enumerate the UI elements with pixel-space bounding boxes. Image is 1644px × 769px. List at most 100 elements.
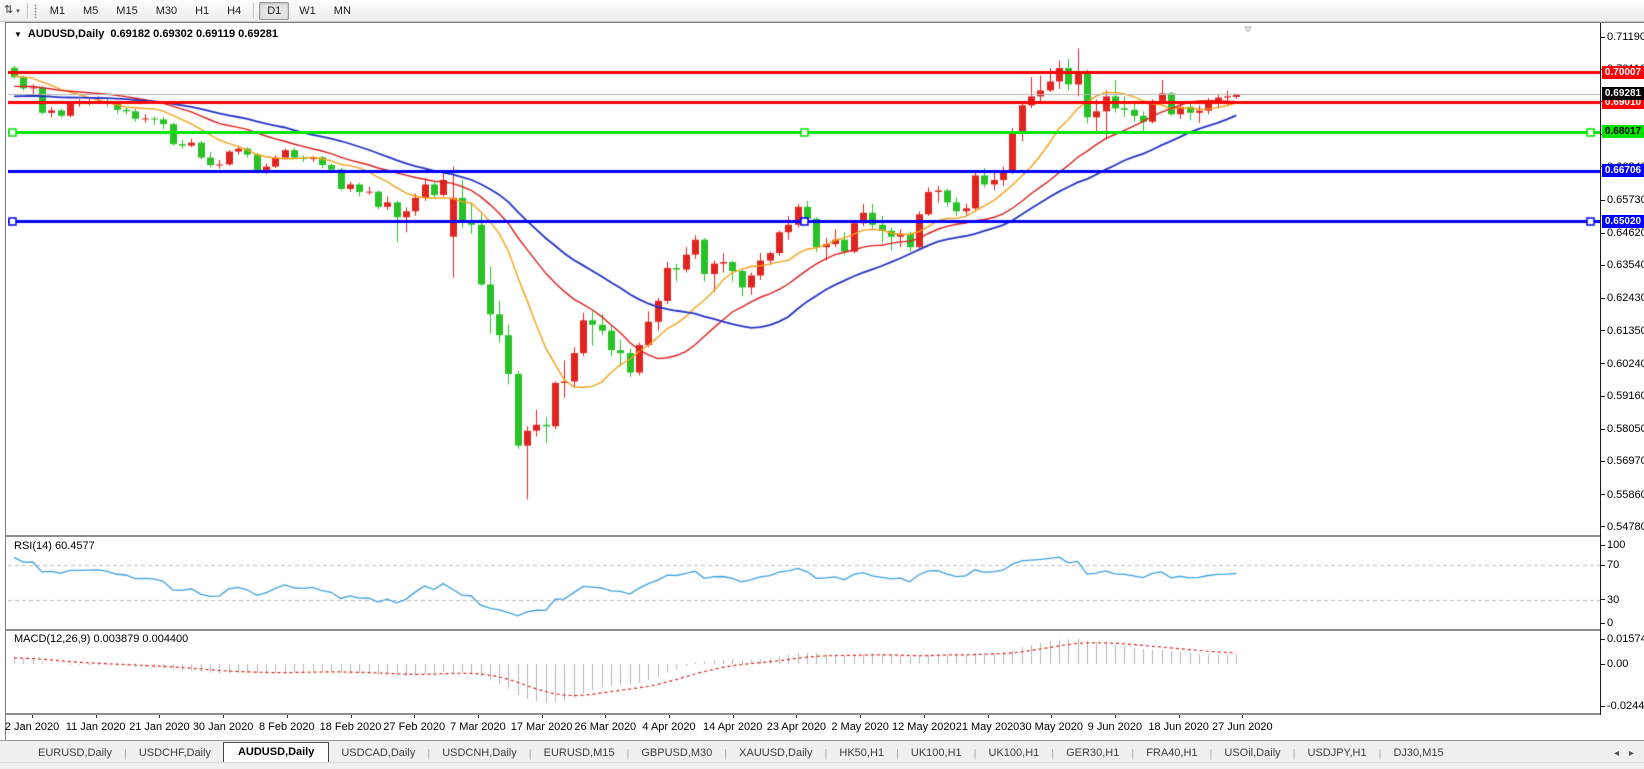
indicator-tick-mark (1601, 706, 1605, 707)
chart-tab-fra40-h1[interactable]: FRA40,H1 (1134, 744, 1209, 763)
date-tick-mark (1115, 715, 1116, 718)
price-tick-label: 0.61350 (1601, 325, 1644, 337)
date-label: 12 May 2020 (892, 721, 956, 733)
indicator-axis-label: 0.015741 (1601, 633, 1644, 645)
dropdown-caret-icon: ▾ (16, 7, 20, 15)
date-tick-mark (1242, 715, 1243, 718)
indicator-tick-mark (1601, 545, 1605, 546)
date-label: 7 Mar 2020 (450, 721, 506, 733)
date-label: 17 Mar 2020 (511, 721, 573, 733)
price-tick-label: 0.63540 (1601, 259, 1644, 271)
price-level-box: 0.65020 (1602, 215, 1644, 228)
price-level-box: 0.68017 (1602, 125, 1644, 138)
indicator-axis-label: 0.00 (1601, 658, 1628, 670)
chart-window: ▼ AUDUSD,Daily 0.69182 0.69302 0.69119 0… (5, 22, 1644, 741)
date-label: 18 Feb 2020 (320, 721, 382, 733)
chart-ohlc-values: 0.69182 0.69302 0.69119 0.69281 (110, 28, 278, 40)
date-label: 8 Feb 2020 (259, 721, 315, 733)
price-tick-label: 0.54780 (1601, 521, 1644, 533)
price-tick-label: 0.65730 (1601, 194, 1644, 206)
rsi-label: RSI(14) 60.4577 (14, 540, 95, 552)
price-tick-label: 0.64620 (1601, 227, 1644, 239)
chart-tab-uk100-h1[interactable]: UK100,H1 (977, 744, 1052, 763)
date-label: 2 Jan 2020 (5, 721, 59, 733)
macd-label: MACD(12,26,9) 0.003879 0.004400 (14, 633, 188, 645)
chart-mode-button[interactable]: ⇅ ▾ (0, 2, 24, 19)
date-label: 30 Jan 2020 (193, 721, 254, 733)
rsi-canvas[interactable] (8, 537, 1600, 629)
current-price-box: 0.69281 (1602, 87, 1644, 100)
price-tick-mark (1601, 363, 1605, 364)
price-tick-label: 0.60240 (1601, 358, 1644, 370)
indicator-tick-mark (1601, 623, 1605, 624)
price-tick-mark (1601, 461, 1605, 462)
date-axis[interactable]: 2 Jan 2020 11 Jan 202021 Jan 202030 Jan 2… (6, 715, 1644, 741)
chart-tab-usdchf-daily[interactable]: USDCHF,Daily (127, 744, 223, 763)
chart-tab-eurusd-daily[interactable]: EURUSD,Daily (26, 744, 124, 763)
price-tick-label: 0.71190 (1601, 31, 1644, 43)
main-chart-panel: ▼ AUDUSD,Daily 0.69182 0.69302 0.69119 0… (6, 23, 1600, 535)
chart-tab-dj30-m15[interactable]: DJ30,M15 (1381, 744, 1455, 763)
chart-tab-usdcnh-daily[interactable]: USDCNH,Daily (430, 744, 529, 763)
date-label: 2 May 2020 (831, 721, 888, 733)
date-tick-mark (733, 715, 734, 718)
date-label: 21 May 2020 (956, 721, 1020, 733)
price-tick-mark (1601, 526, 1605, 527)
price-tick-label: 0.59160 (1601, 390, 1644, 402)
chart-tab-ger30-h1[interactable]: GER30,H1 (1054, 744, 1131, 763)
date-label: 11 Jan 2020 (66, 721, 126, 733)
date-tick-mark (669, 715, 670, 718)
tf-button-D1[interactable]: D1 (259, 2, 289, 20)
chart-tab-hk50-h1[interactable]: HK50,H1 (827, 744, 896, 763)
date-tick-mark (32, 715, 33, 718)
date-label: 26 Mar 2020 (574, 721, 636, 733)
chart-tab-audusd-daily[interactable]: AUDUSD,Daily (223, 742, 329, 764)
price-tick-label: 0.56970 (1601, 455, 1644, 467)
tf-button-M15[interactable]: M15 (108, 2, 145, 20)
date-label: 27 Feb 2020 (383, 721, 445, 733)
tab-scroll-left-icon[interactable]: ◂ (1614, 748, 1619, 759)
date-tick-mark (159, 715, 160, 718)
tf-button-H1[interactable]: H1 (187, 2, 217, 20)
chart-tab-usdcad-daily[interactable]: USDCAD,Daily (329, 744, 427, 763)
rsi-panel: RSI(14) 60.4577 (6, 537, 1600, 629)
tf-button-W1[interactable]: W1 (291, 2, 324, 20)
date-label: 4 Apr 2020 (642, 721, 695, 733)
chart-tab-gbpusd-m30[interactable]: GBPUSD,M30 (629, 744, 724, 763)
chart-tab-uk100-h1[interactable]: UK100,H1 (899, 744, 974, 763)
title-caret-icon[interactable]: ▼ (14, 30, 22, 39)
date-label: 21 Jan 2020 (129, 721, 190, 733)
date-label: 9 Jun 2020 (1088, 721, 1142, 733)
tf-button-MN[interactable]: MN (326, 2, 359, 20)
chart-tab-xauusd-daily[interactable]: XAUUSD,Daily (727, 744, 824, 763)
price-tick-mark (1601, 396, 1605, 397)
date-tick-mark (478, 715, 479, 718)
tf-button-M5[interactable]: M5 (75, 2, 106, 20)
toolbar-grip-handle[interactable] (34, 4, 37, 18)
chart-tab-bar: EURUSD,Daily|USDCHF,DailyAUDUSD,DailyUSD… (0, 740, 1644, 763)
macd-canvas[interactable] (8, 631, 1600, 713)
date-tick-mark (860, 715, 861, 718)
chart-tab-usoil-daily[interactable]: USOil,Daily (1212, 744, 1292, 763)
indicator-axis-label: 70 (1601, 559, 1619, 571)
main-chart-canvas[interactable] (8, 23, 1600, 535)
tf-button-M30[interactable]: M30 (148, 2, 185, 20)
date-label: 23 Apr 2020 (767, 721, 826, 733)
date-tick-mark (351, 715, 352, 718)
tf-button-M1[interactable]: M1 (42, 2, 73, 20)
chart-tab-eurusd-m15[interactable]: EURUSD,M15 (532, 744, 627, 763)
price-axis[interactable]: 0.711900.701100.690300.679200.668400.657… (1600, 23, 1644, 715)
date-tick-mark (924, 715, 925, 718)
indicator-axis-label: 0 (1601, 617, 1613, 629)
tf-button-H4[interactable]: H4 (219, 2, 249, 20)
price-tick-mark (1601, 494, 1605, 495)
indicator-tick-mark (1601, 664, 1605, 665)
date-tick-mark (96, 715, 97, 718)
date-tick-mark (287, 715, 288, 718)
date-label: 14 Apr 2020 (703, 721, 762, 733)
price-tick-label: 0.55860 (1601, 489, 1644, 501)
tab-scroll-right-icon[interactable]: ▸ (1629, 748, 1634, 759)
chart-tab-usdjpy-h1[interactable]: USDJPY,H1 (1296, 744, 1379, 763)
date-label: 27 Jun 2020 (1212, 721, 1273, 733)
date-tick-mark (796, 715, 797, 718)
